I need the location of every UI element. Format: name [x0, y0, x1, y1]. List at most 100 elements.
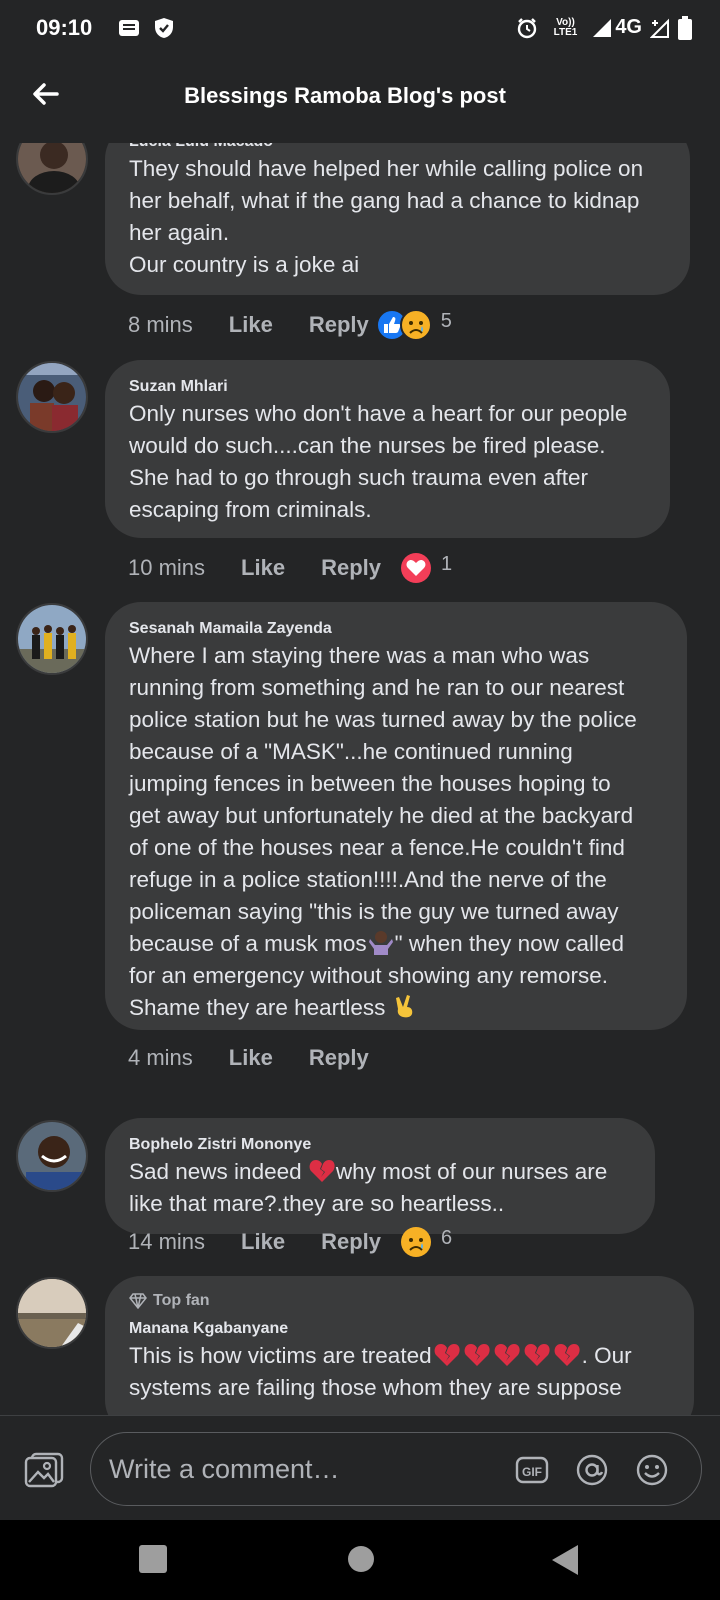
comment-time: 10 mins [128, 555, 206, 580]
battery-icon [678, 15, 692, 40]
comment-line: jumping fences in between the houses hop… [129, 771, 611, 796]
comment-author[interactable]: Manana Kgabanyane [129, 1318, 670, 1340]
comment-text-segment: why most of our nurses are [335, 1159, 608, 1184]
gif-label: GIF [522, 1465, 542, 1479]
comment-text-segment: Shame they are heartless [129, 995, 392, 1020]
comment-line: systems are failing those whom they are … [129, 1375, 622, 1400]
sad-reaction-icon [399, 309, 432, 341]
broken-heart-emoji-icon [464, 1344, 490, 1366]
system-nav-bar [0, 1520, 720, 1600]
top-fan-label: Top fan [153, 1292, 210, 1309]
avatar[interactable] [16, 143, 88, 195]
comment-input-box[interactable]: GIF [90, 1432, 702, 1506]
comment-line: Only nurses who don't have a heart for o… [129, 401, 628, 426]
reaction-summary[interactable]: 5 [375, 308, 452, 342]
comment-author[interactable]: Suzan Mhlari [129, 376, 646, 398]
reply-button[interactable]: Reply [321, 1229, 381, 1255]
like-button[interactable]: Like [241, 1229, 285, 1255]
reaction-summary[interactable]: 1 [399, 551, 452, 585]
smiley-icon [636, 1454, 668, 1486]
top-fan-badge: Top fan [129, 1290, 670, 1312]
comment-bubble[interactable]: Bophelo Zistri Mononye Sad news indeed w… [105, 1118, 655, 1234]
comment-bubble[interactable]: Lucia Lulu Macado They should have helpe… [105, 143, 690, 295]
alarm-icon [517, 17, 536, 38]
emoji-button[interactable] [635, 1453, 669, 1487]
back-icon [552, 1545, 578, 1575]
reaction-summary[interactable]: 6 [399, 1225, 452, 1259]
comment-line: of one of the houses near a fence.He cou… [129, 835, 625, 860]
signal-icon [593, 18, 612, 37]
comment-line: her behalf, what if the gang had a chanc… [129, 188, 640, 213]
comment-input[interactable] [109, 1433, 499, 1505]
comment-line: because of a musk mos " when they now cal… [129, 928, 663, 960]
mention-button[interactable] [575, 1453, 609, 1487]
comment-line: would do such....can the nurses be fired… [129, 433, 606, 458]
gif-button[interactable]: GIF [515, 1453, 549, 1487]
comment-author[interactable]: Lucia Lulu Macado [129, 143, 666, 153]
reply-button[interactable]: Reply [321, 555, 381, 581]
add-photo-button[interactable] [24, 1452, 64, 1488]
home-icon [348, 1546, 374, 1572]
recent-apps-button[interactable] [138, 1544, 168, 1579]
avatar[interactable] [16, 1277, 88, 1349]
comment-line: Sad news indeed why most of our nurses a… [129, 1156, 631, 1188]
comment-author[interactable]: Sesanah Mamaila Zayenda [129, 618, 663, 640]
broken-heart-emoji-icon [309, 1160, 335, 1182]
comment-time: 14 mins [128, 1229, 206, 1254]
nav-back-button[interactable] [550, 1544, 580, 1581]
like-button[interactable]: Like [241, 555, 285, 581]
broken-heart-emoji-icon [494, 1344, 520, 1366]
comment-line: They should have helped her while callin… [129, 156, 644, 181]
page-title: Blessings Ramoba Blog's post [184, 83, 506, 108]
comment-line: Shame they are heartless [129, 992, 663, 1024]
comment-meta: 8 mins Like Reply 5 [128, 308, 452, 342]
comment-bubble[interactable]: Suzan Mhlari Only nurses who don't have … [105, 360, 670, 538]
comment-composer: GIF [0, 1415, 720, 1520]
photo-icon [24, 1452, 64, 1488]
reply-button[interactable]: Reply [309, 312, 369, 338]
avatar[interactable] [16, 361, 88, 433]
comment-line: her again. [129, 220, 230, 245]
like-button[interactable]: Like [229, 312, 273, 338]
avatar[interactable] [16, 603, 88, 675]
broken-hearts-emoji-group [432, 1343, 582, 1368]
home-button[interactable] [346, 1544, 376, 1579]
diamond-icon [129, 1293, 147, 1309]
avatar[interactable] [16, 1120, 88, 1192]
comment-line: get away but unfortunately he died at th… [129, 803, 634, 828]
comment-line: policeman saying "this is the guy we tur… [129, 899, 619, 924]
comment-line: like that mare?.they are so heartless.. [129, 1191, 505, 1216]
comment-meta: 10 mins Like Reply 1 [128, 551, 452, 585]
comment-line: running from something and he ran to our… [129, 675, 625, 700]
like-button[interactable]: Like [229, 1045, 273, 1071]
status-time: 09:10 [36, 14, 93, 40]
comment-line: escaping from criminals. [129, 497, 372, 522]
comment-bubble[interactable]: Top fan Manana Kgabanyane This is how vi… [105, 1276, 694, 1415]
comment-line: She had to go through such trauma even a… [129, 465, 589, 490]
broken-heart-emoji-icon [524, 1344, 550, 1366]
comment-bubble[interactable]: Sesanah Mamaila Zayenda Where I am stayi… [105, 602, 687, 1030]
gif-icon: GIF [515, 1456, 549, 1484]
volte-icon: Vo)) LTE1 [553, 16, 578, 38]
comment-text-segment: . Our [581, 1343, 632, 1368]
comment-text-segment: This is how victims are treated [129, 1343, 432, 1368]
comment-line: for an emergency without showing any rem… [129, 963, 608, 988]
comment-author[interactable]: Bophelo Zistri Mononye [129, 1134, 631, 1156]
comment-list[interactable]: Lucia Lulu Macado They should have helpe… [0, 143, 720, 1415]
reply-button[interactable]: Reply [309, 1045, 369, 1071]
comment-text-segment: Sad news indeed [129, 1159, 308, 1184]
comment-time: 4 mins [128, 1045, 193, 1070]
reaction-count: 6 [441, 1226, 453, 1249]
network-type: 4G [615, 16, 642, 38]
broken-heart-emoji-icon [554, 1344, 580, 1366]
comment-line: Where I am staying there was a man who w… [129, 643, 590, 668]
comment-text-segment: " when they now called [394, 931, 624, 956]
love-reaction-icon [401, 553, 431, 583]
comment-line: police station but he was turned away by… [129, 707, 637, 732]
message-icon [119, 19, 140, 36]
post-header: Blessings Ramoba Blog's post [0, 55, 720, 143]
comment-line: refuge in a police station!!!!.And the n… [129, 867, 607, 892]
shield-icon [155, 17, 174, 38]
sad-reaction-icon [401, 1227, 431, 1257]
comment-line: Our country is a joke ai [129, 252, 360, 277]
